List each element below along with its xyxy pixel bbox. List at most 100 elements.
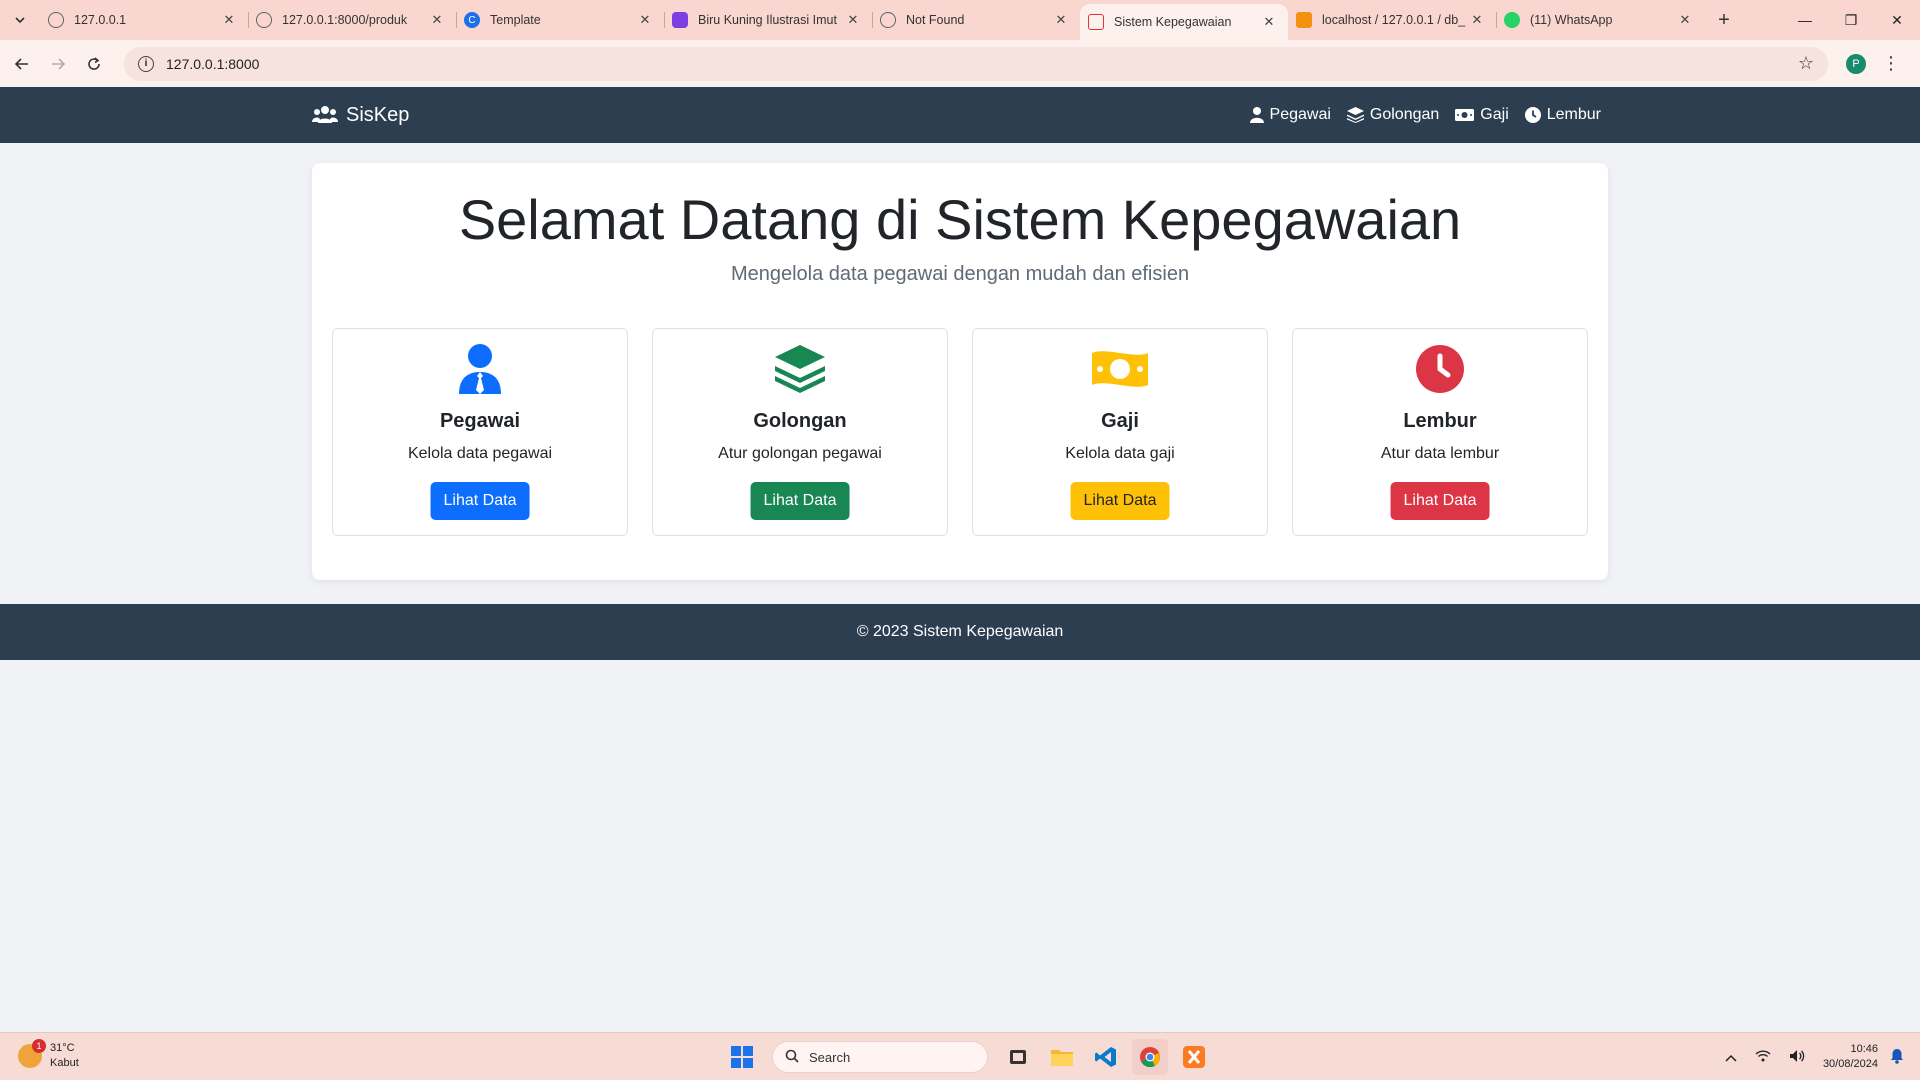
file-explorer-icon[interactable] <box>1044 1039 1080 1075</box>
notification-bell-icon[interactable] <box>1890 1048 1904 1067</box>
browser-tab[interactable]: 127.0.0.1 ✕ <box>40 0 248 40</box>
user-tie-icon <box>333 344 627 394</box>
clock-icon <box>1524 107 1541 123</box>
taskbar-search[interactable]: Search <box>772 1041 988 1073</box>
wifi-icon[interactable] <box>1755 1049 1771 1065</box>
template-icon: C <box>464 12 480 28</box>
profile-avatar[interactable]: P <box>1846 53 1866 74</box>
money-icon <box>973 344 1267 394</box>
nav-link-label: Pegawai <box>1269 106 1331 123</box>
close-icon[interactable]: ✕ <box>844 12 862 28</box>
url-text[interactable]: 127.0.0.1:8000 <box>166 56 1798 72</box>
window-controls: — ❐ ✕ <box>1782 0 1920 40</box>
notification-badge: 1 <box>32 1039 46 1053</box>
forward-button[interactable] <box>40 46 76 82</box>
feature-description: Kelola data gaji <box>1065 445 1175 462</box>
whatsapp-icon <box>1504 12 1520 28</box>
browser-tab[interactable]: (11) WhatsApp ✕ <box>1496 0 1704 40</box>
taskbar-apps: Search <box>720 1033 1216 1080</box>
browser-tab[interactable]: localhost / 127.0.0.1 / db_ ✕ <box>1288 0 1496 40</box>
layers-icon <box>1346 107 1364 123</box>
nav-links: Pegawai Golongan Gaji Lembur <box>1234 87 1601 143</box>
nav-link-label: Lembur <box>1546 106 1601 123</box>
nav-link-label: Golongan <box>1369 106 1440 123</box>
tab-search-button[interactable] <box>0 0 40 40</box>
users-icon <box>312 106 338 123</box>
xampp-icon[interactable] <box>1176 1039 1212 1075</box>
chevron-up-icon[interactable] <box>1725 1050 1737 1065</box>
browser-tab-bar: 127.0.0.1 ✕ 127.0.0.1:8000/produk ✕ C Te… <box>0 0 1920 40</box>
feature-description: Atur golongan pegawai <box>718 445 882 462</box>
brand-link[interactable]: SisKep <box>312 87 409 143</box>
globe-icon <box>880 12 896 28</box>
tab-title: localhost / 127.0.0.1 / db_ <box>1322 13 1466 27</box>
nav-link-gaji[interactable]: Gaji <box>1455 106 1509 124</box>
weather-icon: 1 <box>18 1039 46 1068</box>
star-icon[interactable]: ☆ <box>1798 53 1814 74</box>
vscode-icon[interactable] <box>1088 1039 1124 1075</box>
tab-title: Sistem Kepegawaian <box>1114 15 1232 29</box>
clock-icon <box>1293 344 1587 394</box>
restore-icon[interactable]: ❐ <box>1828 0 1874 40</box>
weather-widget[interactable]: 1 31°C Kabut <box>18 1039 79 1071</box>
nav-link-label: Gaji <box>1480 106 1509 123</box>
nav-link-lembur[interactable]: Lembur <box>1524 106 1601 124</box>
system-tray: 10:46 30/08/2024 <box>1725 1033 1904 1080</box>
browser-tab-active[interactable]: Sistem Kepegawaian ✕ <box>1080 4 1288 40</box>
clock[interactable]: 10:46 30/08/2024 <box>1823 1042 1878 1072</box>
page-title: Selamat Datang di Sistem Kepegawaian <box>458 188 1462 251</box>
close-icon[interactable]: ✕ <box>220 12 238 28</box>
close-icon[interactable]: ✕ <box>636 12 654 28</box>
feature-card-gaji: Gaji Kelola data gaji Lihat Data <box>972 328 1268 536</box>
tab-title: (11) WhatsApp <box>1530 13 1613 27</box>
address-bar[interactable]: i 127.0.0.1:8000 ☆ <box>124 46 1828 81</box>
tab-title: 127.0.0.1 <box>74 13 127 27</box>
browser-tab[interactable]: 127.0.0.1:8000/produk ✕ <box>248 0 456 40</box>
nav-link-golongan[interactable]: Golongan <box>1346 106 1440 124</box>
clock-date: 30/08/2024 <box>1822 1058 1878 1070</box>
close-icon[interactable]: ✕ <box>1676 12 1694 28</box>
feature-title: Lembur <box>1403 410 1477 432</box>
windows-start-icon[interactable] <box>724 1039 760 1075</box>
feature-card-pegawai: Pegawai Kelola data pegawai Lihat Data <box>332 328 628 536</box>
close-icon[interactable]: ✕ <box>428 12 446 28</box>
lihat-data-golongan-button[interactable]: Lihat Data <box>750 482 850 520</box>
chrome-icon[interactable] <box>1132 1039 1168 1075</box>
browser-tab[interactable]: Biru Kuning Ilustrasi Imut ✕ <box>664 0 872 40</box>
minimize-icon[interactable]: — <box>1782 0 1828 40</box>
browser-tab[interactable]: C Template ✕ <box>456 0 664 40</box>
nav-link-pegawai[interactable]: Pegawai <box>1249 106 1331 124</box>
globe-icon <box>256 12 272 28</box>
task-view-icon[interactable] <box>1000 1039 1036 1075</box>
back-button[interactable] <box>4 46 40 82</box>
main-card: Selamat Datang di Sistem Kepegawaian Men… <box>312 163 1608 580</box>
browser-toolbar: i 127.0.0.1:8000 ☆ P ⋮ <box>0 40 1920 87</box>
chevron-down-icon <box>15 17 25 24</box>
close-icon[interactable]: ✕ <box>1468 12 1486 28</box>
browser-tab[interactable]: Not Found ✕ <box>872 0 1080 40</box>
tab-title: Biru Kuning Ilustrasi Imut <box>698 13 837 27</box>
tab-title: Template <box>490 13 541 27</box>
weather-temp: 31°C <box>50 1042 75 1054</box>
user-icon <box>1249 107 1264 123</box>
more-menu-icon[interactable]: ⋮ <box>1882 53 1900 74</box>
weather-desc: Kabut <box>50 1057 79 1069</box>
laravel-icon <box>1088 14 1104 30</box>
info-icon[interactable]: i <box>138 55 154 72</box>
brand-name: SisKep <box>346 103 410 126</box>
footer-text: © 2023 Sistem Kepegawaian <box>856 623 1064 640</box>
new-tab-button[interactable]: + <box>1704 9 1744 32</box>
close-window-icon[interactable]: ✕ <box>1874 0 1920 40</box>
lihat-data-gaji-button[interactable]: Lihat Data <box>1070 482 1170 520</box>
feature-title: Gaji <box>1101 410 1139 432</box>
money-icon <box>1455 109 1475 121</box>
volume-icon[interactable] <box>1789 1049 1805 1066</box>
reload-icon <box>88 56 100 70</box>
clock-time: 10:46 <box>1850 1043 1878 1055</box>
lihat-data-pegawai-button[interactable]: Lihat Data <box>430 482 530 520</box>
close-icon[interactable]: ✕ <box>1260 14 1278 30</box>
reload-button[interactable] <box>76 46 112 82</box>
globe-icon <box>48 12 64 28</box>
close-icon[interactable]: ✕ <box>1052 12 1070 28</box>
lihat-data-lembur-button[interactable]: Lihat Data <box>1390 482 1490 520</box>
